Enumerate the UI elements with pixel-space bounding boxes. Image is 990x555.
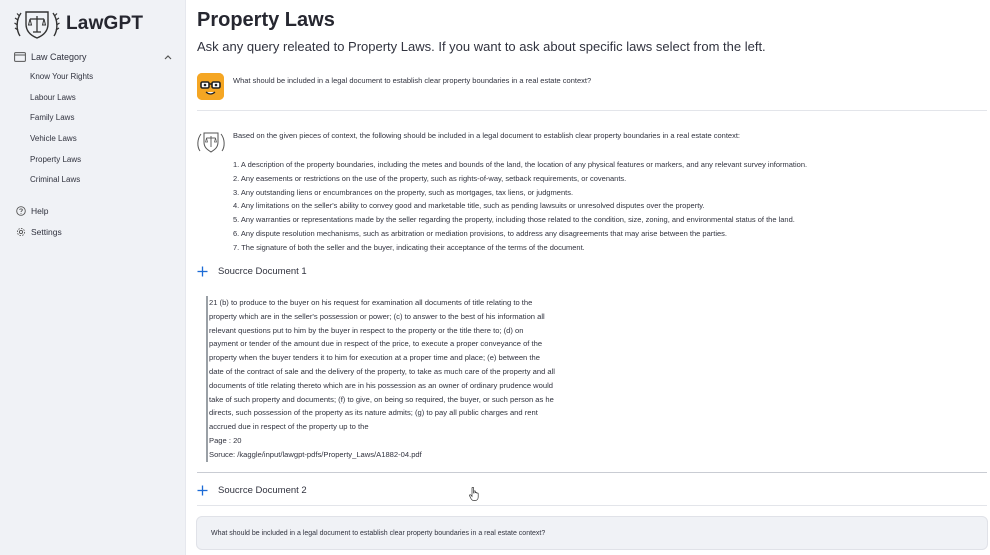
answer-item: 1. A description of the property boundar… (233, 160, 808, 169)
source-text-line: take of such property and documents; (f)… (209, 394, 554, 404)
brand-name: LawGPT (66, 13, 144, 34)
user-avatar (197, 73, 224, 100)
user-message: What should be included in a legal docum… (233, 76, 592, 85)
page-title: Property Laws (197, 9, 335, 31)
plus-icon (197, 266, 208, 276)
answer-item: 4. Any limitations on the seller's abili… (233, 201, 705, 211)
source-document-1-label: Soucrce Document 1 (218, 265, 307, 277)
brand: LawGPT (14, 8, 143, 40)
sidebar-item-criminal-laws[interactable]: Criminal Laws (30, 172, 93, 193)
lawgpt-assistant-avatar-icon (197, 132, 225, 153)
answer-item: 6. Any dispute resolution mechanisms, su… (233, 228, 728, 238)
nerd-face-icon (197, 73, 224, 100)
help-label: Help (31, 206, 49, 216)
help-link[interactable]: Help (16, 204, 48, 218)
source-text-line: documents of title relating thereto whic… (209, 380, 554, 390)
hand-cursor-icon (469, 487, 479, 501)
source-document-1-expander[interactable]: Soucrce Document 1 (197, 264, 307, 278)
sidebar-item-property-laws[interactable]: Property Laws (30, 152, 93, 173)
assistant-answer-intro: Based on the given pieces of context, th… (233, 131, 740, 140)
gear-icon (16, 227, 26, 237)
answer-item: 3. Any outstanding liens or encumbrances… (233, 187, 574, 197)
source-text-line: property which are in the seller's posse… (209, 311, 545, 321)
law-category-label: Law Category (31, 52, 87, 62)
expander-divider (197, 505, 987, 506)
sidebar-item-family-laws[interactable]: Family Laws (30, 110, 93, 131)
source-text-line: 21 (b) to produce to the buyer on his re… (209, 298, 533, 307)
source-document-1-content: 21 (b) to produce to the buyer on his re… (206, 296, 636, 462)
source-text-line: relevant questions put to him by the buy… (209, 325, 524, 335)
source-document-2-label: Soucrce Document 2 (218, 484, 307, 496)
source-text-line: date of the contract of sale and the del… (209, 366, 555, 376)
message-divider (197, 110, 987, 111)
sidebar-item-know-your-rights[interactable]: Know Your Rights (30, 69, 93, 90)
chat-input-value: What should be included in a legal docum… (211, 529, 546, 537)
chevron-up-icon[interactable] (164, 54, 172, 60)
folder-icon (14, 52, 26, 62)
source-divider (197, 472, 987, 473)
answer-item: 2. Any easements or restrictions on the … (233, 173, 627, 183)
help-icon (16, 206, 26, 216)
source-text-line: directs, such possession of the property… (209, 408, 538, 418)
source-text-line: payment or tender of the amount due in r… (209, 339, 543, 349)
law-category-list: Know Your Rights Labour Laws Family Laws… (30, 69, 93, 193)
source-page-number: Page : 20 (209, 435, 242, 445)
page-subtitle: Ask any query releated to Property Laws.… (197, 39, 766, 54)
law-category-header[interactable]: Law Category (14, 49, 172, 65)
plus-icon (197, 485, 208, 495)
source-document-2-expander[interactable]: Soucrce Document 2 (197, 483, 307, 497)
settings-label: Settings (31, 227, 62, 237)
chat-input[interactable]: What should be included in a legal docum… (196, 516, 988, 550)
answer-item: 5. Any warranties or representations mad… (233, 215, 795, 225)
source-text-line: property when the buyer tenders it to hi… (209, 353, 540, 363)
sidebar-item-vehicle-laws[interactable]: Vehicle Laws (30, 131, 93, 152)
assistant-answer-list: 1. A description of the property boundar… (233, 158, 983, 255)
source-file-path: Soruce: /kaggle/input/lawgpt-pdfs/Proper… (209, 449, 422, 459)
scales-of-justice-logo-icon (14, 11, 60, 39)
settings-link[interactable]: Settings (16, 225, 62, 239)
sidebar: LawGPT Law Category Know Your Rights Lab… (0, 0, 186, 555)
source-text-line: accrued due in respect of the property u… (209, 422, 369, 432)
main-content: Property Laws Ask any query releated to … (186, 0, 990, 555)
sidebar-item-labour-laws[interactable]: Labour Laws (30, 90, 93, 111)
answer-item: 7. The signature of both the seller and … (233, 242, 585, 252)
